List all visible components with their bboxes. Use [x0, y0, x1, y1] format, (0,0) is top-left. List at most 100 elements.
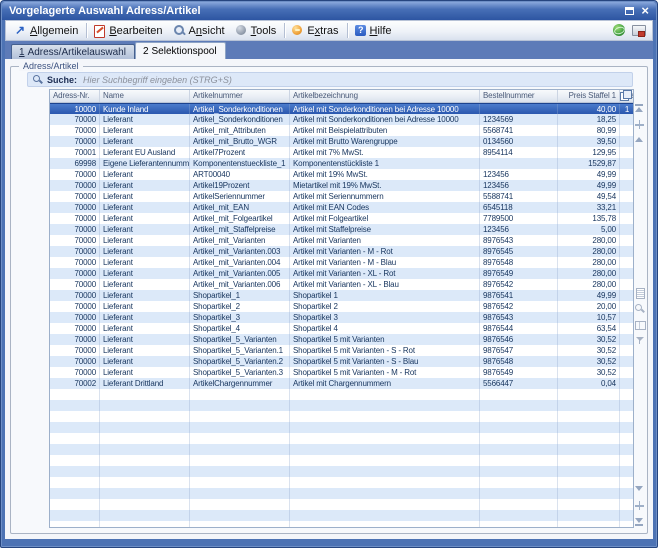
menu-item-bearbeiten[interactable]: Bearbeiten	[89, 23, 168, 38]
cell: 70000	[50, 169, 100, 180]
table-row[interactable]: 70000LieferantART00040Artikel mit 19% Mw…	[50, 169, 633, 180]
table-row[interactable]: 70000LieferantArtikel_mit_EANArtikel mit…	[50, 202, 633, 213]
table-row[interactable]: 70000LieferantArtikelSeriennummerArtikel…	[50, 191, 633, 202]
table-empty-row	[50, 488, 633, 499]
table-row[interactable]: 70000LieferantShopartikel_5_Varianten.2S…	[50, 356, 633, 367]
tab-selektionspool[interactable]: 2 Selektionspool	[135, 42, 226, 59]
table-row[interactable]: 70000LieferantArtikel_mit_StaffelpreiseA…	[50, 224, 633, 235]
column-header-bestellnummer[interactable]: Bestellnummer	[480, 90, 558, 102]
cell: 1234569	[480, 114, 558, 125]
menu-item-extras[interactable]: Extras	[287, 23, 344, 38]
cell	[620, 158, 634, 169]
menu-item-tools[interactable]: Tools	[231, 23, 283, 38]
cell: Kunde Inland	[100, 104, 190, 114]
table-row[interactable]: 70000LieferantArtikel_mit_Varianten.004A…	[50, 257, 633, 268]
table-row[interactable]: 70000LieferantArtikel_mit_FolgeartikelAr…	[50, 213, 633, 224]
table-row[interactable]: 70000LieferantArtikel_mit_Varianten.006A…	[50, 279, 633, 290]
cell	[100, 389, 190, 400]
scroll-up-icon[interactable]	[635, 136, 644, 145]
cell: 9876547	[480, 345, 558, 356]
table-row[interactable]: 70000LieferantArtikel_SonderkonditionenA…	[50, 114, 633, 125]
tab-adress-artikelauswahl[interactable]: 1 Adress/Artikelauswahl	[11, 44, 135, 59]
column-chooser-icon[interactable]	[620, 90, 632, 101]
table-row[interactable]: 70000LieferantArtikel_mit_VariantenArtik…	[50, 235, 633, 246]
column-header-artikelnummer[interactable]: Artikelnummer	[190, 90, 290, 102]
search-bar[interactable]: Suche:	[27, 72, 633, 87]
crosshair-icon[interactable]	[635, 120, 644, 129]
cell	[620, 477, 634, 488]
cell	[620, 389, 634, 400]
table-row[interactable]: 70000LieferantArtikel_mit_Brutto_WGRArti…	[50, 136, 633, 147]
cell	[190, 433, 290, 444]
cell	[190, 488, 290, 499]
table-row[interactable]: 70000LieferantShopartikel_5_VariantenSho…	[50, 334, 633, 345]
table-row[interactable]: 70000LieferantArtikel19ProzentMietartike…	[50, 180, 633, 191]
table-row[interactable]: 70001Lieferant EU AuslandArtikel7Prozent…	[50, 147, 633, 158]
column-header-adress-nr-[interactable]: Adress-Nr.	[50, 90, 100, 102]
restore-icon[interactable]	[625, 7, 634, 15]
table-row[interactable]: 70000LieferantShopartikel_5_Varianten.1S…	[50, 345, 633, 356]
cell: 70002	[50, 378, 100, 389]
table-empty-row	[50, 499, 633, 510]
cell	[620, 290, 634, 301]
cell: Artikel mit 7% MwSt.	[290, 147, 480, 158]
table-row[interactable]: 69998Eigene Lieferantennummer-FirmaKompo…	[50, 158, 633, 169]
cell: 70000	[50, 246, 100, 257]
cell: 70001	[50, 147, 100, 158]
tab-label: Adress/Artikelauswahl	[28, 47, 126, 58]
column-header-artikelbezeichnung[interactable]: Artikelbezeichnung	[290, 90, 480, 102]
cell	[50, 433, 100, 444]
menu-item-allgemein[interactable]: Allgemein	[10, 23, 84, 38]
table-row[interactable]: 70000LieferantShopartikel_2Shopartikel 2…	[50, 301, 633, 312]
cell	[480, 400, 558, 411]
cell	[480, 488, 558, 499]
table-row[interactable]: 70000LieferantShopartikel_3Shopartikel 3…	[50, 312, 633, 323]
table-row[interactable]: 70002Lieferant DrittlandArtikelChargennu…	[50, 378, 633, 389]
layout-icon[interactable]	[635, 320, 644, 329]
menu-item-label: Ansicht	[189, 25, 225, 37]
crosshair-icon[interactable]	[635, 501, 644, 510]
column-header-name[interactable]: Name	[100, 90, 190, 102]
menu-item-ansicht[interactable]: Ansicht	[169, 23, 231, 38]
search-input[interactable]	[81, 74, 627, 86]
view-icon	[173, 24, 186, 37]
cell: 7789500	[480, 213, 558, 224]
cell: Artikel mit Varianten	[290, 235, 480, 246]
grid-body: 10000Kunde InlandArtikel_Sonderkondition…	[50, 103, 633, 527]
magnifier-icon[interactable]	[635, 304, 644, 313]
cell	[620, 301, 634, 312]
table-row[interactable]: 70000LieferantArtikel_mit_Varianten.005A…	[50, 268, 633, 279]
cell: Shopartikel 5 mit Varianten - S - Blau	[290, 356, 480, 367]
notes-icon[interactable]	[635, 288, 644, 297]
scroll-to-top-icon[interactable]	[635, 104, 644, 113]
table-row[interactable]: 70000LieferantShopartikel_5_Varianten.3S…	[50, 367, 633, 378]
title-bar[interactable]: Vorgelagerte Auswahl Adress/Artikel ×	[2, 2, 656, 20]
cell	[290, 422, 480, 433]
cell	[620, 400, 634, 411]
cell	[190, 411, 290, 422]
menu-item-label: Hilfe	[370, 25, 392, 37]
cell	[290, 521, 480, 528]
cell	[480, 521, 558, 528]
close-icon[interactable]: ×	[641, 6, 649, 16]
table-row[interactable]: 70000LieferantArtikel_mit_AttributenArti…	[50, 125, 633, 136]
table-row[interactable]: 70000LieferantShopartikel_1Shopartikel 1…	[50, 290, 633, 301]
filter-icon[interactable]	[635, 336, 644, 345]
table-row[interactable]: 10000Kunde InlandArtikel_Sonderkondition…	[50, 103, 633, 114]
cell	[480, 433, 558, 444]
column-header-preis-staffel-1[interactable]: Preis Staffel 1	[558, 90, 620, 102]
cell: Artikel mit Sonderkonditionen bei Adress…	[290, 104, 480, 114]
arrow-ne-icon	[14, 24, 27, 37]
cell	[558, 521, 620, 528]
cell: 70000	[50, 334, 100, 345]
globe-icon[interactable]	[613, 24, 626, 37]
table-row[interactable]: 70000LieferantArtikel_mit_Varianten.003A…	[50, 246, 633, 257]
scroll-to-bottom-icon[interactable]	[635, 517, 644, 526]
cell	[290, 433, 480, 444]
tab-strip: 1 Adress/Artikelauswahl 2 Selektionspool	[5, 41, 653, 59]
cell: Lieferant	[100, 290, 190, 301]
table-row[interactable]: 70000LieferantShopartikel_4Shopartikel 4…	[50, 323, 633, 334]
news-icon[interactable]	[632, 24, 645, 37]
menu-item-hilfe[interactable]: Hilfe	[350, 23, 398, 38]
scroll-down-icon[interactable]	[635, 485, 644, 494]
